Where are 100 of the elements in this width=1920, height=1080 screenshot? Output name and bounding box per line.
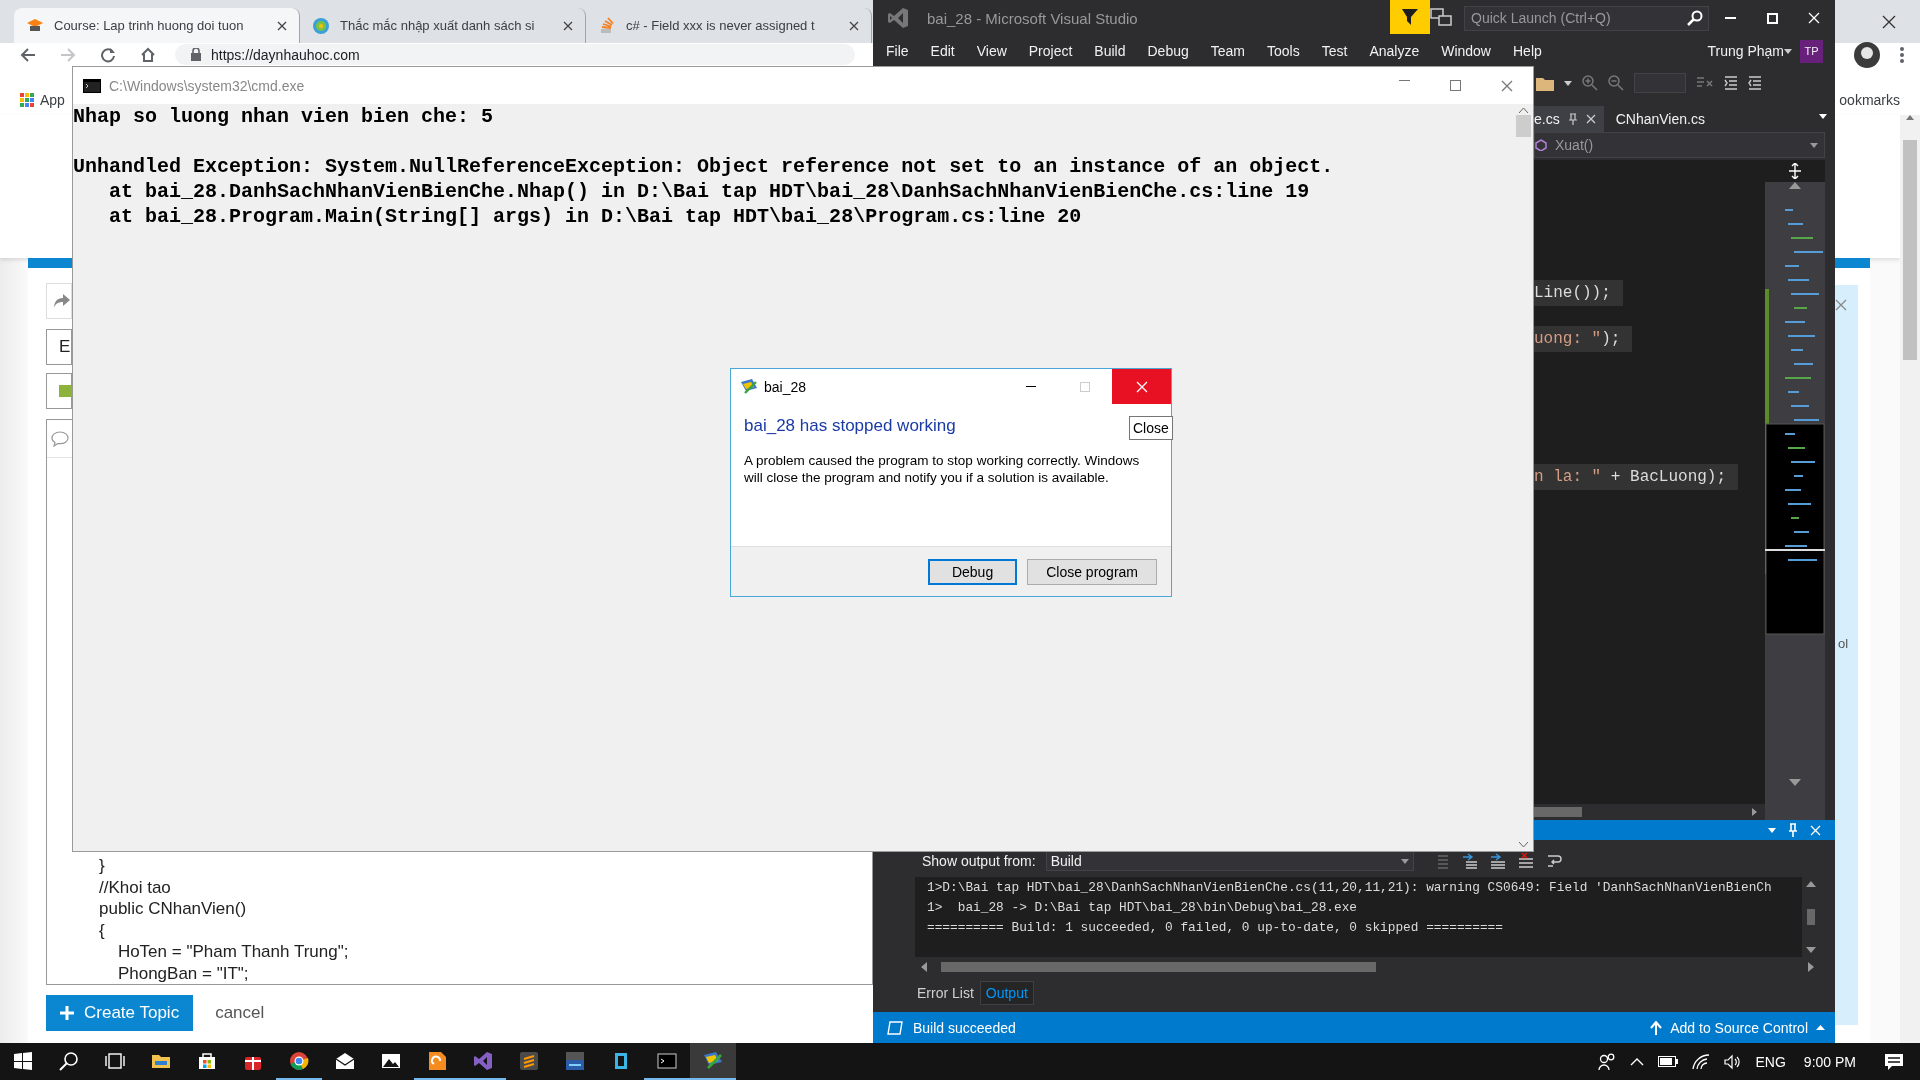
taskbar-button[interactable] [690,1043,736,1080]
zoom-out-icon[interactable] [1608,75,1624,91]
down-arrow-icon[interactable] [1789,779,1801,786]
clock[interactable]: 9:00 PM [1803,1053,1856,1070]
shopping-bag-icon[interactable] [197,1050,217,1071]
terminal-icon[interactable] [657,1050,677,1071]
browser-tab[interactable]: c# - Field xxx is never assigned t [586,8,872,43]
scrollbar-thumb[interactable] [1534,807,1582,817]
panel-tab[interactable]: Output [979,981,1034,1005]
people-icon[interactable] [1597,1052,1616,1071]
caret-icon[interactable] [1784,48,1792,54]
cancel-link[interactable]: cancel [215,1003,265,1023]
up-arrow-icon[interactable] [1806,881,1816,887]
avatar-badge[interactable]: TP [1800,39,1823,63]
task-view-icon[interactable] [105,1050,125,1071]
user-name[interactable]: Trung Phạm [1707,43,1784,59]
minimize-icon[interactable] [1724,17,1736,19]
scrollbar-thumb[interactable] [941,962,1376,972]
app-icon[interactable] [703,1050,723,1071]
home-icon[interactable] [140,46,156,63]
splitter-icon[interactable] [1788,163,1802,179]
notification-icon[interactable] [1884,1052,1904,1071]
bookmark-item[interactable]: ookmarks [1839,92,1920,108]
volume-icon[interactable] [1723,1053,1742,1070]
goto-next-icon[interactable] [1461,853,1478,869]
menu-item[interactable]: File [875,43,920,59]
close-program-button[interactable]: Close program [1027,558,1157,585]
filter-button[interactable] [1390,0,1430,34]
source-dropdown[interactable]: Build [1045,851,1414,871]
back-icon[interactable] [20,46,36,63]
menu-icon[interactable] [1900,46,1904,63]
scrollbar-thumb[interactable] [1903,140,1917,360]
share-button[interactable] [46,283,72,319]
up-arrow-icon[interactable] [1906,115,1914,120]
menu-item[interactable]: Edit [919,43,966,59]
zoom-in-icon[interactable] [1582,75,1598,91]
document-tab[interactable]: e.cs [1534,106,1604,132]
ide-app-icon[interactable] [565,1050,585,1071]
menu-item[interactable]: Window [1430,43,1502,59]
right-arrow-icon[interactable] [1752,808,1757,816]
scrollbar-thumb[interactable] [1807,909,1815,925]
scrollbar[interactable] [1900,115,1920,1043]
close-icon[interactable] [849,20,859,31]
word-wrap-icon[interactable] [1545,853,1564,869]
envelope-icon[interactable] [335,1050,355,1071]
round-logo-icon[interactable] [289,1050,309,1071]
menu-item[interactable]: Team [1199,43,1256,59]
menu-item[interactable]: Test [1310,43,1359,59]
close-icon[interactable] [1882,14,1896,29]
menu-item[interactable]: Debug [1136,43,1200,59]
caret-icon[interactable] [1564,80,1572,86]
menu-item[interactable]: Tools [1256,43,1311,59]
document-app-icon[interactable] [427,1050,447,1071]
member-dropdown[interactable]: Xuat() [1534,132,1825,158]
windows-icon[interactable] [13,1050,33,1071]
document-tab[interactable]: CNhanVien.cs [1603,106,1713,132]
quick-launch-field[interactable]: Quick Launch (Ctrl+Q) [1464,5,1709,31]
browser-tab[interactable]: Course: Lap trinh huong doi tuon [14,8,300,43]
menu-item[interactable]: View [965,43,1018,59]
search-icon[interactable] [1687,9,1703,26]
panel-tab[interactable]: Error List [911,981,980,1005]
search-icon[interactable] [59,1050,79,1071]
avatar-icon[interactable] [1854,41,1880,68]
chevron-up-icon[interactable] [1629,1057,1644,1066]
menu-item[interactable]: Analyze [1358,43,1431,59]
indent-icon[interactable] [1724,75,1738,91]
battery-icon[interactable] [1657,1056,1678,1067]
menu-item[interactable]: Help [1502,43,1553,59]
goto-last-icon[interactable] [1489,853,1506,869]
down-arrow-icon[interactable] [1806,947,1816,953]
horizontal-scrollbar[interactable] [1534,804,1765,820]
language-indicator[interactable]: ENG [1755,1053,1786,1070]
up-arrow-icon[interactable] [1789,182,1801,189]
folder-icon[interactable] [1536,75,1554,91]
source-control-link[interactable]: Add to Source Control [1670,1019,1808,1036]
address-field[interactable]: https://daynhauhoc.com [175,44,855,65]
debug-button[interactable]: Debug [927,558,1018,585]
scrollbar-thumb[interactable] [1516,115,1531,137]
caret-icon[interactable] [1810,142,1818,148]
stripes-app-icon[interactable] [519,1050,539,1071]
close-icon[interactable] [563,20,573,31]
wifi-icon[interactable] [1691,1053,1710,1070]
dropdown-icon[interactable] [1819,113,1827,119]
outdent-icon[interactable] [1748,75,1762,91]
splitter-button[interactable] [1765,160,1825,182]
submit-button[interactable]: Create Topic [46,995,194,1031]
pin-icon[interactable] [1567,113,1578,125]
caret-up-icon[interactable] [1816,1025,1825,1030]
clear-all-icon[interactable] [1517,853,1534,869]
apps-grid-icon[interactable] [20,93,34,107]
menu-item[interactable]: Project [1017,43,1084,59]
comment-icon[interactable] [51,430,69,447]
menu-item[interactable]: Build [1083,43,1137,59]
bookmark-item[interactable]: App [40,92,65,108]
category-field[interactable] [46,373,72,409]
infinity-logo-icon[interactable] [473,1050,493,1071]
feedback-icon[interactable] [1430,8,1452,28]
caret-icon[interactable] [1400,858,1409,864]
close-icon[interactable] [277,20,287,31]
left-arrow-icon[interactable] [921,962,927,972]
